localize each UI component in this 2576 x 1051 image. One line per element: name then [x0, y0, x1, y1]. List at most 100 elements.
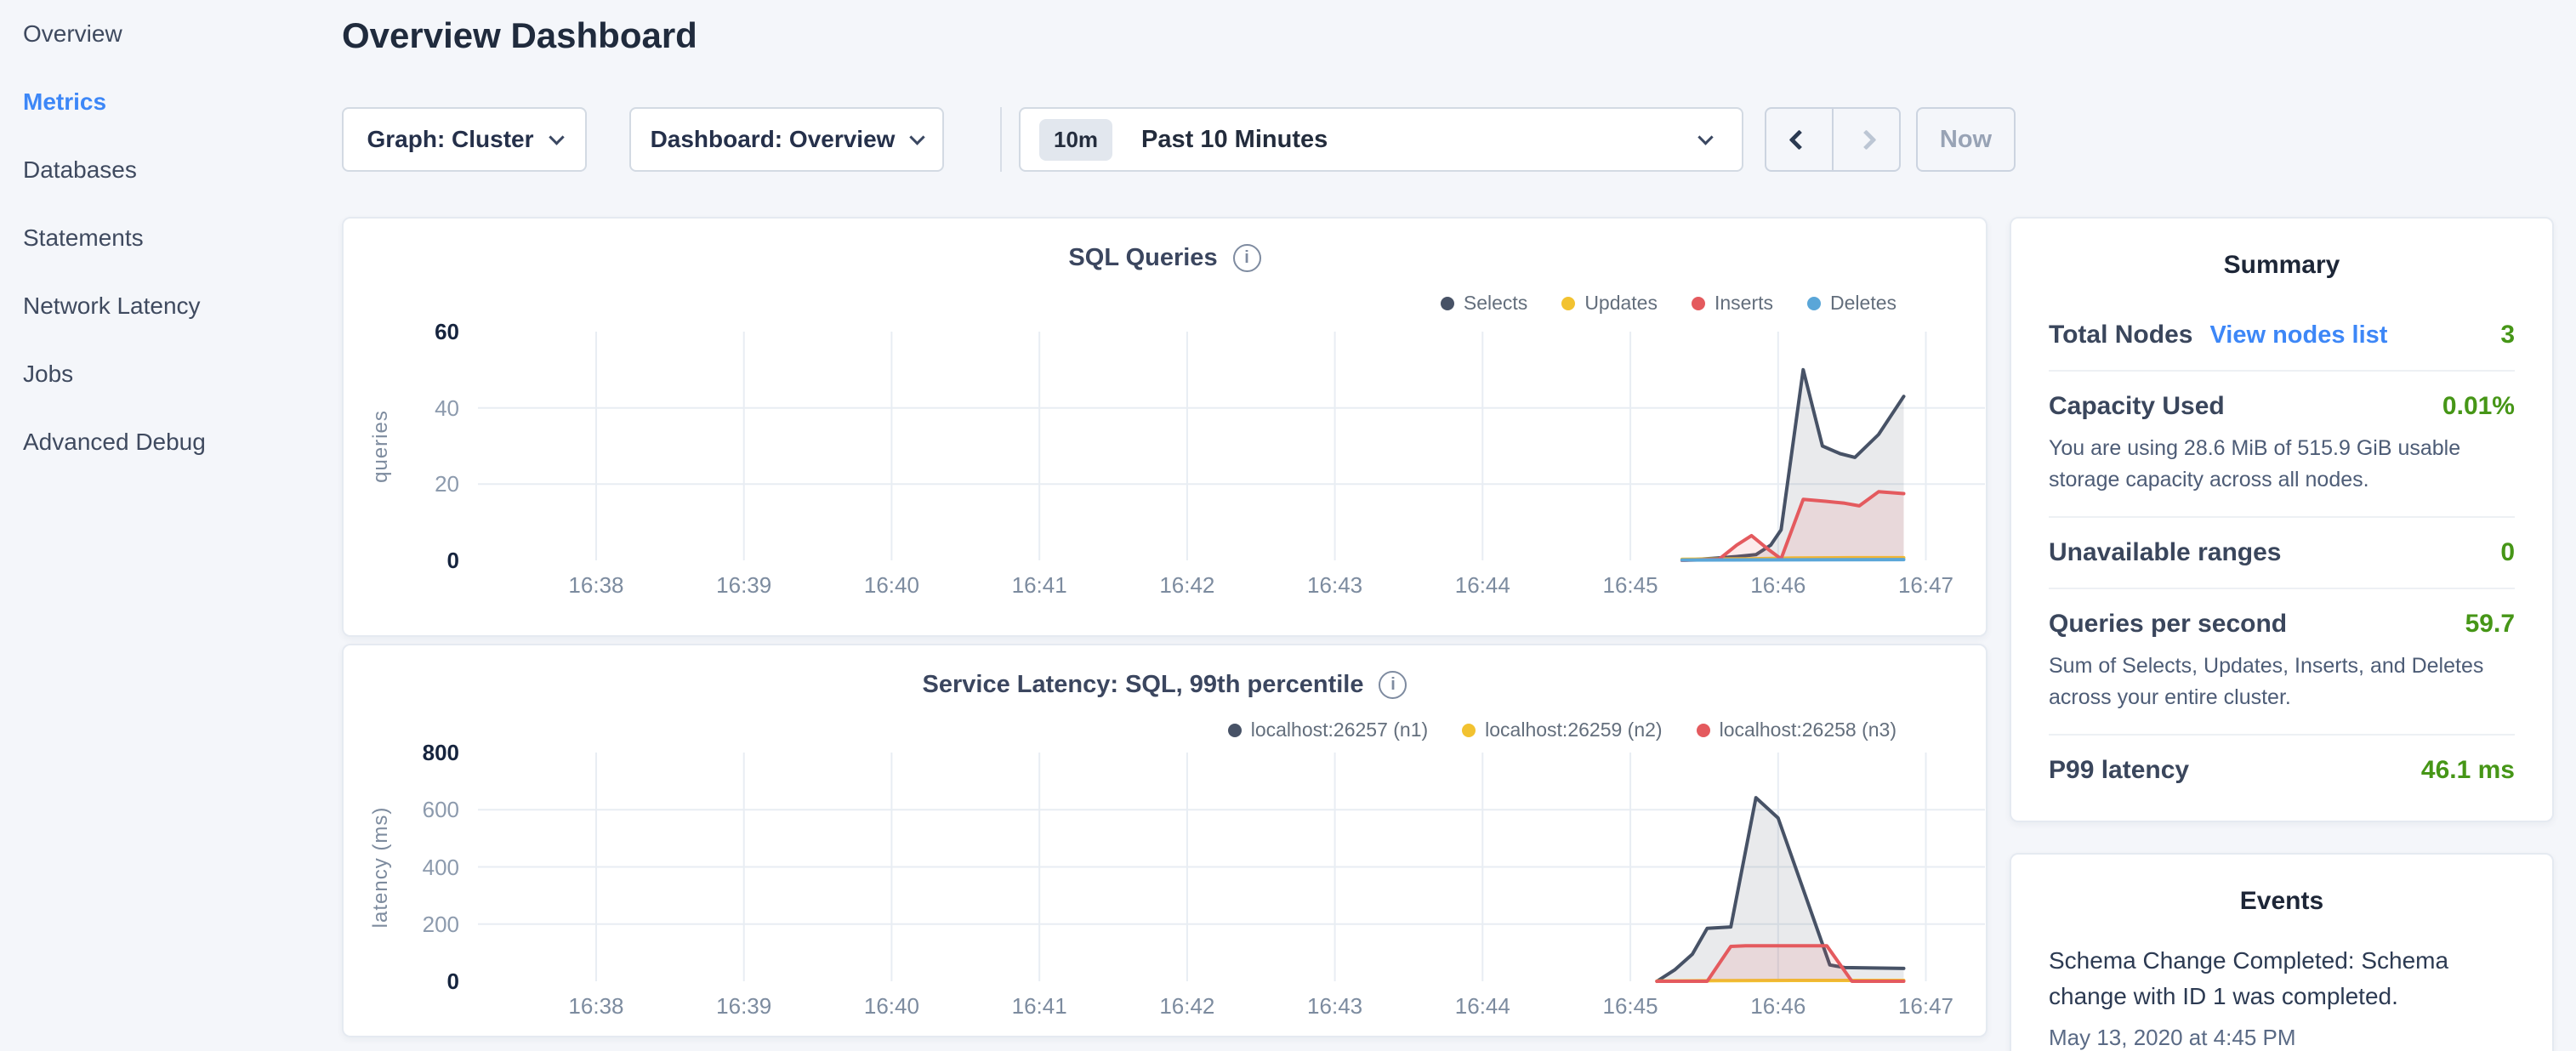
time-window-label: Past 10 Minutes — [1141, 126, 1328, 154]
legend-item-localhost-26257-n1: localhost:26257 (n1) — [1228, 719, 1428, 741]
sidebar-item-advanced-debug[interactable]: Advanced Debug — [0, 408, 340, 476]
service-latency-title: Service Latency: SQL, 99th percentile — [923, 671, 1364, 699]
summary-row-value: 46.1 ms — [2421, 756, 2515, 785]
time-next-button[interactable] — [1834, 109, 1899, 170]
y-tick-label: 20 — [344, 470, 459, 497]
y-tick-label: 600 — [344, 796, 459, 823]
summary-row-header: P99 latency 46.1 ms — [2049, 756, 2515, 785]
y-tick-label: 800 — [344, 739, 459, 766]
events-panel: Events Schema Change Completed: Schema c… — [2010, 853, 2554, 1051]
service-latency-plot-area[interactable] — [478, 753, 1985, 981]
time-window-badge: 10m — [1039, 119, 1112, 161]
summary-row-p99-latency: P99 latency 46.1 ms — [2049, 736, 2515, 805]
summary-row-header: Queries per second59.7 — [2049, 610, 2515, 639]
summary-row-description: You are using 28.6 MiB of 515.9 GiB usab… — [2049, 433, 2515, 496]
legend-dot — [1692, 297, 1705, 310]
sidebar-item-databases[interactable]: Databases — [0, 136, 340, 204]
summary-row-header: Unavailable ranges 0 — [2049, 538, 2515, 567]
x-tick-label: 16:43 — [1276, 993, 1395, 1020]
x-tick-label: 16:46 — [1719, 993, 1838, 1020]
app-root: OverviewMetricsDatabasesStatementsNetwor… — [0, 0, 2576, 1051]
now-button[interactable]: Now — [1916, 107, 2016, 172]
service-latency-chart-card: Service Latency: SQL, 99th percentile i lo… — [342, 644, 1987, 1037]
summary-row-total-nodes: Total NodesView nodes list3 — [2049, 300, 2515, 372]
summary-row-value: 0.01% — [2442, 392, 2515, 421]
x-tick-label: 16:47 — [1867, 993, 1986, 1020]
events-title: Events — [2049, 887, 2515, 916]
event-item: Schema Change Completed: Schema change w… — [2049, 943, 2515, 1051]
info-icon[interactable]: i — [1233, 244, 1261, 272]
summary-row-label: Unavailable ranges — [2049, 538, 2281, 567]
chevron-right-icon — [1856, 129, 1876, 150]
y-tick-label: 200 — [344, 911, 459, 938]
summary-panel: Summary Total NodesView nodes list3Capac… — [2010, 217, 2554, 822]
sql-queries-chart-card: SQL Queries i Selects Updates Inserts Deletes… — [342, 217, 1987, 637]
sidebar-item-overview[interactable]: Overview — [0, 0, 340, 68]
y-tick-label: 40 — [344, 395, 459, 422]
legend-dot — [1228, 724, 1242, 737]
legend-label: localhost:26259 (n2) — [1485, 719, 1662, 741]
summary-row-description: Sum of Selects, Updates, Inserts, and De… — [2049, 650, 2515, 713]
x-tick-label: 16:42 — [1128, 572, 1247, 599]
legend-item-localhost-26258-n3: localhost:26258 (n3) — [1697, 719, 1896, 741]
x-tick-label: 16:41 — [980, 993, 1099, 1020]
sql-queries-legend: Selects Updates Inserts Deletes — [1441, 292, 1896, 315]
legend-item-deletes: Deletes — [1807, 292, 1896, 315]
graph-dropdown[interactable]: Graph: Cluster — [342, 107, 587, 172]
x-tick-label: 16:40 — [832, 993, 951, 1020]
legend-dot — [1561, 297, 1575, 310]
service-latency-title-row: Service Latency: SQL, 99th percentile i — [344, 671, 1986, 699]
legend-dot — [1807, 297, 1821, 310]
summary-row-value: 3 — [2500, 321, 2515, 349]
sidebar-item-statements[interactable]: Statements — [0, 204, 340, 272]
x-tick-label: 16:40 — [832, 572, 951, 599]
page-title: Overview Dashboard — [342, 15, 697, 56]
time-window-dropdown[interactable]: 10m Past 10 Minutes — [1019, 107, 1743, 172]
x-tick-label: 16:44 — [1423, 993, 1542, 1020]
x-tick-label: 16:46 — [1719, 572, 1838, 599]
sql-queries-title: SQL Queries — [1068, 244, 1217, 272]
summary-rows: Total NodesView nodes list3Capacity Used… — [2049, 300, 2515, 805]
summary-row-header: Total NodesView nodes list3 — [2049, 321, 2515, 349]
events-list: Schema Change Completed: Schema change w… — [2049, 943, 2515, 1051]
sql-queries-plot-area[interactable] — [478, 332, 1985, 560]
legend-label: Inserts — [1714, 292, 1773, 315]
info-icon[interactable]: i — [1379, 671, 1407, 699]
summary-row-label: P99 latency — [2049, 756, 2189, 785]
sidebar-item-network-latency[interactable]: Network Latency — [0, 272, 340, 340]
graph-dropdown-label: Graph: Cluster — [367, 126, 533, 153]
event-message: Schema Change Completed: Schema change w… — [2049, 943, 2515, 1014]
legend-label: localhost:26258 (n3) — [1720, 719, 1896, 741]
legend-dot — [1462, 724, 1476, 737]
dashboard-dropdown[interactable]: Dashboard: Overview — [629, 107, 944, 172]
time-prev-button[interactable] — [1766, 109, 1834, 170]
dashboard-dropdown-label: Dashboard: Overview — [651, 126, 896, 153]
service-latency-legend: localhost:26257 (n1) localhost:26259 (n2)… — [1228, 719, 1896, 741]
legend-label: Selects — [1464, 292, 1527, 315]
y-tick-label: 400 — [344, 854, 459, 881]
summary-row-capacity-used: Capacity Used 0.01% You are using 28.6 MiB… — [2049, 372, 2515, 518]
chevron-down-icon — [910, 129, 925, 145]
summary-row-label: Capacity Used — [2049, 392, 2225, 421]
legend-label: Updates — [1584, 292, 1658, 315]
legend-item-inserts: Inserts — [1692, 292, 1773, 315]
sidebar-item-metrics[interactable]: Metrics — [0, 68, 340, 136]
legend-item-selects: Selects — [1441, 292, 1527, 315]
x-tick-label: 16:45 — [1571, 572, 1690, 599]
toolbar-divider — [1000, 107, 1002, 172]
x-tick-label: 16:39 — [685, 572, 804, 599]
event-timestamp: May 13, 2020 at 4:45 PM — [2049, 1025, 2515, 1051]
summary-row-label: Queries per second — [2049, 610, 2287, 639]
y-tick-label: 0 — [344, 547, 459, 574]
x-tick-label: 16:43 — [1276, 572, 1395, 599]
x-tick-label: 16:38 — [537, 993, 656, 1020]
legend-label: localhost:26257 (n1) — [1251, 719, 1428, 741]
legend-dot — [1441, 297, 1454, 310]
summary-row-unavailable-ranges: Unavailable ranges 0 — [2049, 518, 2515, 589]
summary-row-value: 0 — [2500, 538, 2515, 567]
x-tick-label: 16:42 — [1128, 993, 1247, 1020]
summary-row-header: Capacity Used 0.01% — [2049, 392, 2515, 421]
x-tick-label: 16:38 — [537, 572, 656, 599]
summary-row-link[interactable]: View nodes list — [2209, 321, 2387, 349]
sidebar-item-jobs[interactable]: Jobs — [0, 340, 340, 408]
